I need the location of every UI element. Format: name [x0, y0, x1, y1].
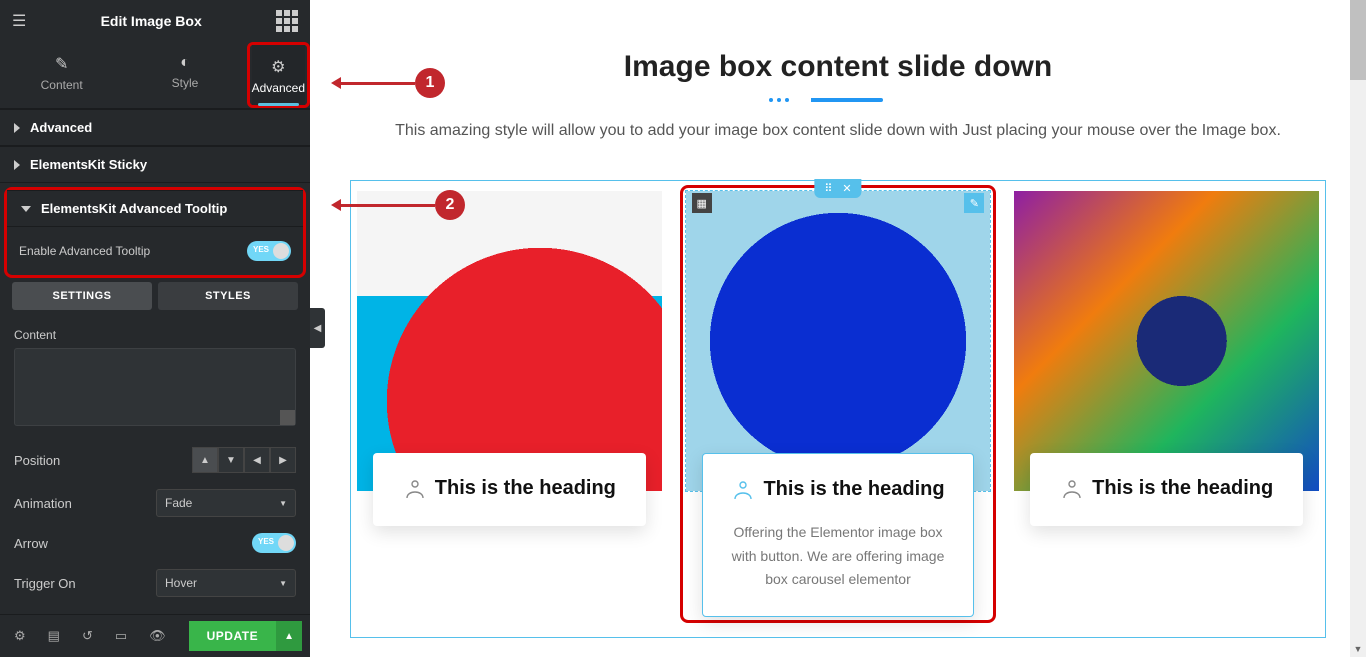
- people-icon: [403, 478, 427, 502]
- trigger-label: Trigger On: [14, 576, 76, 591]
- position-buttons: ▲ ▼ ◀ ▶: [192, 447, 296, 473]
- menu-icon[interactable]: ☰: [12, 11, 26, 31]
- enable-tooltip-label: Enable Advanced Tooltip: [19, 244, 150, 258]
- gear-icon: ⚙: [252, 57, 305, 77]
- settings-tab[interactable]: SETTINGS: [12, 282, 152, 310]
- sidebar-footer: ⚙ ▤ ↺ ▭ 👁 UPDATE ▲: [0, 614, 310, 657]
- arrow-label: Arrow: [14, 536, 48, 551]
- position-left[interactable]: ◀: [244, 447, 270, 473]
- responsive-icon[interactable]: ▭: [109, 624, 133, 648]
- trigger-select[interactable]: Hover▼: [156, 569, 296, 597]
- preview-icon[interactable]: 👁: [143, 624, 172, 648]
- position-down[interactable]: ▼: [218, 447, 244, 473]
- card-heading: This is the heading: [763, 478, 944, 500]
- card-heading: This is the heading: [1092, 477, 1273, 499]
- card-image: [357, 191, 662, 491]
- cards-section[interactable]: This is the heading ⠿✕ ▦ ✎ This is the h…: [350, 180, 1326, 638]
- caret-down-icon: [21, 206, 31, 212]
- caret-right-icon: [14, 123, 20, 133]
- preview-area: Image box content slide down This amazin…: [310, 0, 1366, 658]
- content-label: Content: [14, 328, 296, 342]
- animation-select[interactable]: Fade▼: [156, 489, 296, 517]
- enable-tooltip-toggle[interactable]: YES: [247, 241, 291, 261]
- section-tooltip[interactable]: ElementsKit Advanced Tooltip: [7, 190, 303, 227]
- title-divider: [793, 98, 883, 102]
- arrow-toggle[interactable]: YES: [252, 533, 296, 553]
- update-button[interactable]: UPDATE: [189, 621, 276, 651]
- tab-advanced[interactable]: ⚙Advanced: [252, 45, 305, 105]
- editor-tabs: ✎Content ◐Style ⚙Advanced: [0, 42, 310, 109]
- position-up[interactable]: ▲: [192, 447, 218, 473]
- history-icon[interactable]: ↺: [76, 624, 99, 648]
- arrow-row: Arrow YES: [0, 525, 310, 561]
- content-textarea[interactable]: [14, 348, 296, 426]
- image-box-card[interactable]: This is the heading: [1014, 191, 1319, 617]
- contrast-icon: ◐: [123, 54, 246, 72]
- card-heading: This is the heading: [435, 477, 616, 499]
- drag-icon[interactable]: ⠿: [824, 182, 832, 195]
- position-row: Position ▲ ▼ ◀ ▶: [0, 439, 310, 481]
- styles-tab[interactable]: STYLES: [158, 282, 298, 310]
- pencil-icon: ✎: [0, 54, 123, 74]
- card-panel: This is the heading: [373, 453, 646, 526]
- sidebar-header: ☰ Edit Image Box: [0, 0, 310, 42]
- sidebar-title: Edit Image Box: [101, 13, 202, 29]
- animation-row: Animation Fade▼: [0, 481, 310, 525]
- chevron-down-icon: ▼: [279, 499, 287, 508]
- close-icon[interactable]: ✕: [842, 182, 851, 195]
- tooltip-panel-highlight: ElementsKit Advanced Tooltip Enable Adva…: [4, 187, 306, 278]
- image-box-card-selected[interactable]: ⠿✕ ▦ ✎ This is the heading Offering the …: [686, 191, 991, 617]
- trigger-row: Trigger On Hover▼: [0, 561, 310, 605]
- element-handle[interactable]: ⠿✕: [814, 179, 861, 198]
- page-subtitle: This amazing style will allow you to add…: [350, 122, 1326, 140]
- annotation-2: 2: [335, 190, 465, 220]
- content-field: Content: [0, 320, 310, 439]
- settings-styles-tabs: SETTINGS STYLES: [0, 282, 310, 310]
- animation-label: Animation: [14, 496, 72, 511]
- section-sticky[interactable]: ElementsKit Sticky: [0, 146, 310, 183]
- settings-icon[interactable]: ⚙: [8, 624, 32, 648]
- elementor-sidebar: ☰ Edit Image Box ✎Content ◐Style ⚙Advanc…: [0, 0, 310, 657]
- element-edit-right[interactable]: ✎: [964, 193, 984, 213]
- image-box-card[interactable]: This is the heading: [357, 191, 662, 617]
- section-advanced[interactable]: Advanced: [0, 109, 310, 146]
- annotation-number: 1: [415, 68, 445, 98]
- chevron-down-icon: ▼: [279, 579, 287, 588]
- page-scrollbar[interactable]: ▲ ▼: [1350, 0, 1366, 657]
- card-image: [1014, 191, 1319, 491]
- position-right[interactable]: ▶: [270, 447, 296, 473]
- caret-right-icon: [14, 160, 20, 170]
- card-panel: This is the heading Offering the Element…: [702, 453, 975, 617]
- tab-content[interactable]: ✎Content: [0, 42, 123, 108]
- card-panel: This is the heading: [1030, 453, 1303, 526]
- update-dropdown[interactable]: ▲: [276, 621, 302, 651]
- page-title: Image box content slide down: [350, 50, 1326, 84]
- annotation-number: 2: [435, 190, 465, 220]
- people-icon: [731, 479, 755, 503]
- annotation-1: 1: [335, 68, 445, 98]
- enable-tooltip-row: Enable Advanced Tooltip YES: [7, 227, 303, 275]
- navigator-icon[interactable]: ▤: [42, 624, 66, 648]
- people-icon: [1060, 478, 1084, 502]
- card-image: [686, 191, 991, 491]
- element-edit-left[interactable]: ▦: [692, 193, 712, 213]
- position-label: Position: [14, 453, 60, 468]
- tab-style[interactable]: ◐Style: [123, 42, 246, 108]
- scroll-down-icon[interactable]: ▼: [1350, 641, 1366, 657]
- card-description: Offering the Elementor image box with bu…: [721, 521, 956, 592]
- apps-icon[interactable]: [276, 10, 298, 32]
- scroll-thumb[interactable]: [1350, 0, 1366, 80]
